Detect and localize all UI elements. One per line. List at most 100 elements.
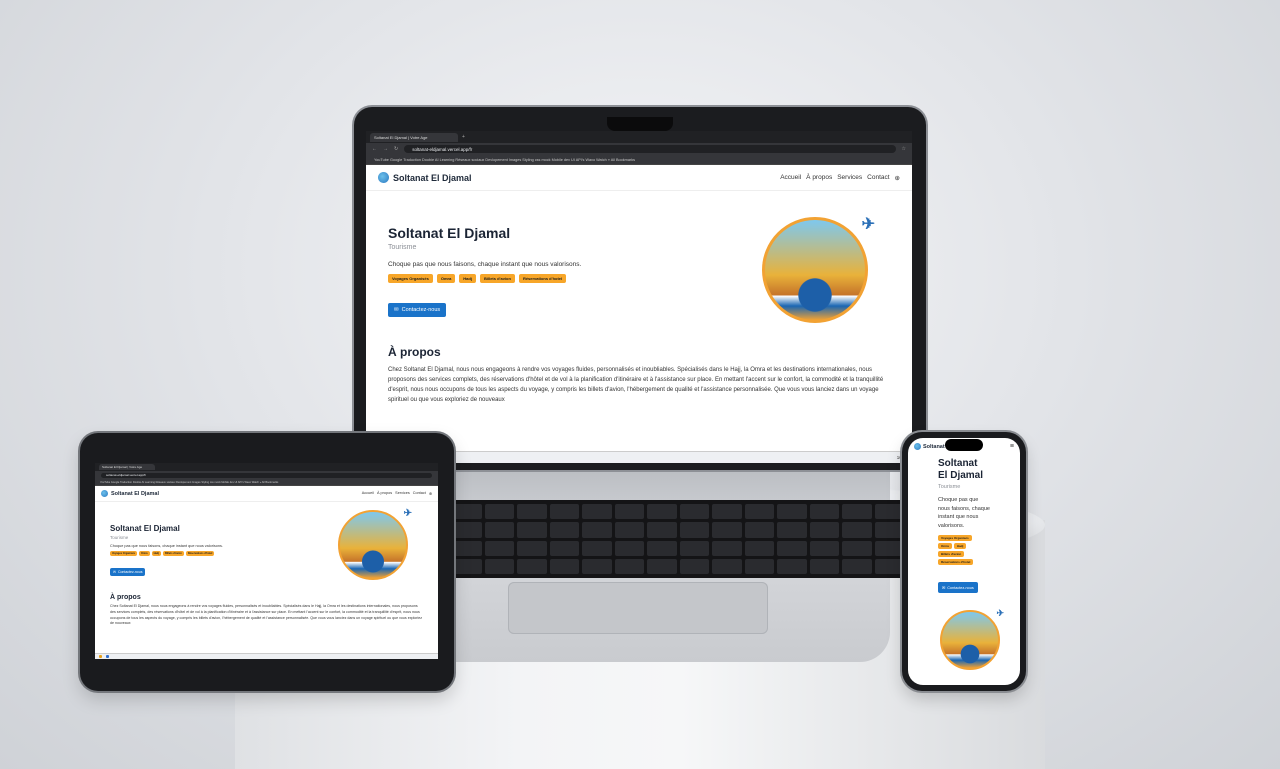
mail-icon: ✉ bbox=[394, 307, 399, 313]
browser-toolbar: ← → ↻ soltanat-eldjamal.vercel.app/fr ☆ bbox=[366, 143, 912, 155]
tag-billets: Billets d'avion bbox=[479, 274, 515, 283]
brand-name: Soltanat El Djamal bbox=[393, 172, 472, 183]
nav-accueil[interactable]: Accueil bbox=[780, 174, 801, 182]
new-tab-icon[interactable]: + bbox=[462, 134, 465, 140]
browser-toolbar: soltanat-eldjamal.vercel.app/fr bbox=[95, 471, 438, 479]
airplane-icon: ✈ bbox=[996, 608, 1004, 618]
address-bar[interactable]: soltanat-eldjamal.vercel.app/fr bbox=[404, 145, 896, 153]
hero-title-line: El Djamal bbox=[938, 470, 984, 481]
contact-button[interactable]: ✉ Contactez-nous bbox=[110, 568, 146, 576]
company-logo: ✈ bbox=[762, 216, 875, 323]
address-bar[interactable]: soltanat-eldjamal.vercel.app/fr bbox=[101, 472, 432, 478]
menu-icon[interactable]: ≡ bbox=[1010, 443, 1014, 450]
contact-button[interactable]: ✉ Contactez-nous bbox=[938, 582, 978, 593]
tag-omra: Omra bbox=[938, 543, 952, 549]
contact-button-label: Contactez-nous bbox=[947, 585, 974, 590]
service-tags: Voyages Organisés Omra Hadj Billets d'av… bbox=[938, 535, 1020, 565]
os-taskbar bbox=[95, 653, 438, 659]
hero-subtitle: Tourisme bbox=[388, 244, 417, 251]
hero-text: Soltanat El Djamal Tourisme Choque pas q… bbox=[110, 510, 223, 580]
hero-section: Soltanat El Djamal Tourisme Choque pas q… bbox=[908, 455, 1020, 670]
hero-title: Soltanat El Djamal bbox=[110, 524, 180, 533]
about-title: À propos bbox=[388, 345, 441, 359]
phone-screen: Soltanat El Djamal ≡ Soltanat El Djamal … bbox=[908, 438, 1020, 685]
nav-a-propos[interactable]: À propos bbox=[377, 491, 392, 496]
site-brand[interactable]: Soltanat El Djamal bbox=[101, 490, 159, 497]
phone-dynamic-island bbox=[945, 439, 983, 451]
brand-name: Soltanat El Djamal bbox=[111, 490, 159, 497]
bookmarks-bar[interactable]: YouTube Google Traduction Doobie AI Lear… bbox=[95, 479, 438, 486]
browser-tab[interactable]: Soltanat El Djamal | Votre Age bbox=[370, 132, 458, 142]
hero-subtitle: Tourisme bbox=[110, 535, 129, 540]
laptop-camera-notch bbox=[607, 117, 673, 131]
contact-button-label: Contactez-nous bbox=[401, 307, 441, 313]
hero-title-line: Soltanat bbox=[938, 458, 978, 469]
forward-icon[interactable]: → bbox=[383, 146, 388, 152]
nav-contact[interactable]: Contact bbox=[867, 174, 889, 182]
browser-tab-strip: Soltanat El Djamal | Votre Age + bbox=[366, 131, 912, 143]
star-icon[interactable]: ☆ bbox=[902, 146, 906, 152]
hero-tagline: Choque pas que nous faisons, chaque inst… bbox=[110, 544, 223, 548]
brand-logo-icon bbox=[914, 443, 921, 450]
browser-tab[interactable]: Soltanat El Djamal | Votre Age bbox=[99, 464, 155, 470]
back-icon[interactable]: ← bbox=[372, 146, 377, 152]
tag-hotel: Réservations d'hotel bbox=[518, 274, 567, 283]
about-title: À propos bbox=[110, 594, 141, 601]
about-text: Chez Soltanat El Djamal, nous nous engag… bbox=[388, 367, 884, 403]
hero-tagline: Choque pas que nous faisons, chaque inst… bbox=[938, 497, 990, 529]
mail-icon: ✉ bbox=[942, 586, 946, 590]
tag-hotel: Réservations d'hotel bbox=[938, 559, 974, 565]
hero-tagline: Choque pas que nous faisons, chaque inst… bbox=[388, 261, 582, 268]
tag-omra: Omra bbox=[139, 551, 150, 556]
about-section: À propos Chez Soltanat El Djamal, nous n… bbox=[366, 323, 912, 405]
tag-billets: Billets d'avion bbox=[938, 551, 965, 557]
site-nav: Accueil À propos Services Contact ⊕ bbox=[780, 174, 900, 182]
tablet-screen: Soltanat El Djamal | Votre Age soltanat-… bbox=[95, 463, 438, 659]
nav-services[interactable]: Services bbox=[395, 491, 410, 496]
laptop-screen: Soltanat El Djamal | Votre Age + ← → ↻ s… bbox=[366, 131, 912, 463]
service-tags: Voyages Organisés Omra Hadj Billets d'av… bbox=[388, 274, 581, 283]
about-text: Chez Soltanat El Djamal, nous nous engag… bbox=[110, 604, 423, 626]
site-header: Soltanat El Djamal Accueil À propos Serv… bbox=[366, 165, 912, 191]
mail-icon: ✉ bbox=[113, 570, 116, 574]
site-brand[interactable]: Soltanat El Djamal bbox=[378, 172, 472, 183]
tag-voyages: Voyages Organisés bbox=[388, 274, 433, 283]
globe-icon[interactable]: ⊕ bbox=[429, 491, 432, 496]
service-tags: Voyages Organisés Omra Hadj Billets d'av… bbox=[110, 551, 223, 556]
about-section: À propos Chez Soltanat El Djamal, nous n… bbox=[95, 580, 438, 627]
hero-title: Soltanat El Djamal bbox=[938, 458, 1020, 482]
airplane-icon: ✈ bbox=[403, 508, 412, 519]
airplane-icon: ✈ bbox=[861, 216, 875, 233]
hero-section: Soltanat El Djamal Tourisme Choque pas q… bbox=[366, 191, 912, 323]
site-nav: Accueil À propos Services Contact ⊕ bbox=[362, 491, 432, 496]
reload-icon[interactable]: ↻ bbox=[394, 146, 398, 152]
contact-button[interactable]: ✉ Contactez-nous bbox=[388, 303, 447, 317]
hero-section: Soltanat El Djamal Tourisme Choque pas q… bbox=[95, 502, 438, 580]
nav-services[interactable]: Services bbox=[837, 174, 862, 182]
tag-hadj: Hadj bbox=[151, 551, 161, 556]
app-icon[interactable] bbox=[106, 655, 109, 658]
tag-omra: Omra bbox=[436, 274, 456, 283]
hero-text: Soltanat El Djamal Tourisme Choque pas q… bbox=[388, 211, 581, 323]
brand-logo-icon bbox=[101, 490, 108, 497]
tag-hadj: Hadj bbox=[459, 274, 476, 283]
laptop-keyboard bbox=[448, 500, 908, 578]
weather-icon[interactable] bbox=[99, 655, 102, 658]
bookmarks-bar[interactable]: YouTube Google Traduction Doobie AI Lear… bbox=[366, 155, 912, 165]
company-logo: ✈ bbox=[940, 608, 1004, 670]
tag-hadj: Hadj bbox=[953, 543, 967, 549]
tag-voyages: Voyages Organisés bbox=[110, 551, 138, 556]
nav-a-propos[interactable]: À propos bbox=[806, 174, 832, 182]
brand-logo-icon bbox=[378, 172, 389, 183]
tag-hotel: Réservations d'hotel bbox=[185, 551, 215, 556]
tag-voyages: Voyages Organisés bbox=[938, 535, 972, 541]
company-logo: ✈ bbox=[338, 508, 412, 580]
contact-button-label: Contactez-nous bbox=[117, 570, 143, 574]
nav-accueil[interactable]: Accueil bbox=[362, 491, 374, 496]
hero-subtitle: Tourisme bbox=[938, 484, 961, 490]
globe-icon[interactable]: ⊕ bbox=[895, 174, 900, 182]
hero-title: Soltanat El Djamal bbox=[388, 225, 511, 241]
nav-contact[interactable]: Contact bbox=[413, 491, 426, 496]
laptop-trackpad bbox=[508, 582, 768, 634]
site-header: Soltanat El Djamal Accueil À propos Serv… bbox=[95, 486, 438, 502]
